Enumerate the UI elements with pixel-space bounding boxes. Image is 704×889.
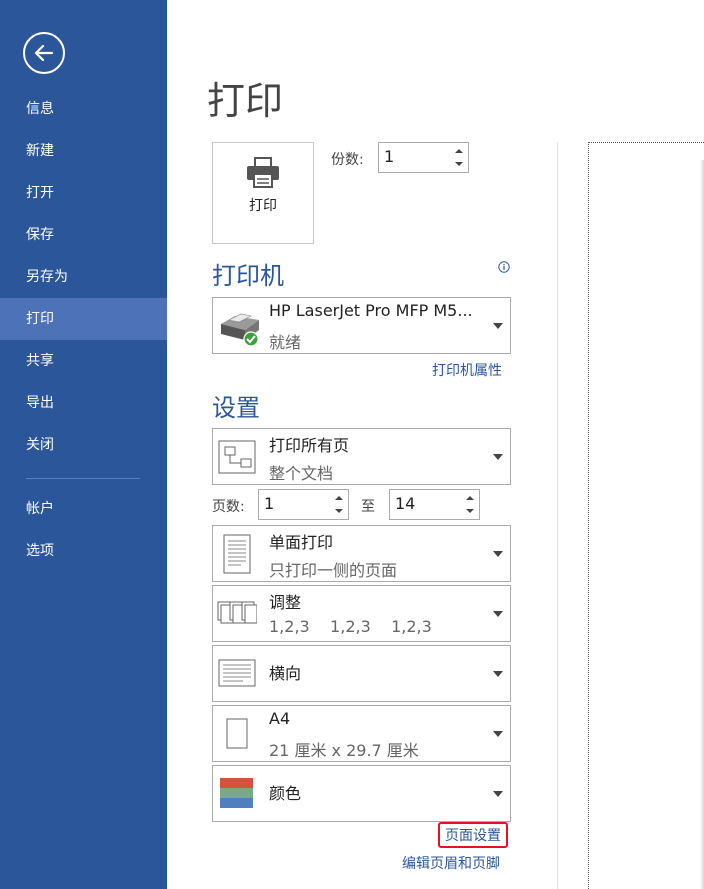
backstage-sidebar: 信息 新建 打开 保存 另存为 打印 共享 导出 关闭 帐户 选项	[0, 0, 167, 889]
print-range-icon	[218, 440, 256, 474]
nav-item-close[interactable]: 关闭	[0, 424, 167, 466]
print-button[interactable]: 打印	[212, 142, 314, 244]
print-range-main: 打印所有页	[269, 436, 350, 455]
spin-up-icon[interactable]	[464, 492, 476, 504]
back-button[interactable]	[23, 32, 65, 74]
edit-header-footer-link[interactable]: 编辑页眉和页脚	[402, 853, 500, 873]
back-arrow-icon	[34, 44, 54, 62]
sides-sub: 只打印一侧的页面	[269, 561, 398, 580]
print-range-dropdown[interactable]: 打印所有页 整个文档	[212, 428, 511, 485]
printer-properties-link[interactable]: 打印机属性	[432, 360, 502, 380]
nav-item-options[interactable]: 选项	[0, 530, 167, 572]
printer-name: HP LaserJet Pro MFP M5...	[269, 301, 473, 320]
collate-dropdown[interactable]: 调整 1,2,3 1,2,3 1,2,3	[212, 585, 511, 642]
collate-sub: 1,2,3 1,2,3 1,2,3	[269, 617, 432, 636]
spin-up-icon[interactable]	[453, 145, 465, 157]
paper-size-sub: 21 厘米 x 29.7 厘米	[269, 741, 419, 760]
print-button-label: 打印	[249, 198, 277, 214]
sides-main: 单面打印	[269, 533, 334, 552]
preview-separator	[557, 142, 558, 889]
spin-up-icon[interactable]	[333, 492, 345, 504]
page-title: 打印	[207, 79, 284, 123]
collate-icon	[217, 601, 257, 624]
collate-main: 调整	[269, 593, 302, 612]
chevron-down-icon	[493, 791, 503, 797]
copies-value[interactable]: 1	[384, 147, 394, 166]
pages-label: 页数:	[212, 499, 245, 515]
pages-to-stepper[interactable]: 14	[389, 489, 480, 520]
paper-size-dropdown[interactable]: A4 21 厘米 x 29.7 厘米	[212, 705, 511, 762]
nav-item-export[interactable]: 导出	[0, 382, 167, 424]
landscape-icon	[218, 659, 256, 687]
chevron-down-icon	[493, 671, 503, 677]
copies-label: 份数:	[331, 152, 364, 168]
nav-item-open[interactable]: 打开	[0, 172, 167, 214]
nav-item-save-as[interactable]: 另存为	[0, 256, 167, 298]
pages-to-label: 至	[361, 499, 375, 515]
nav-divider	[26, 478, 140, 479]
printer-status: 就绪	[269, 333, 302, 352]
nav-item-print[interactable]: 打印	[0, 298, 167, 340]
nav-item-save[interactable]: 保存	[0, 214, 167, 256]
spin-down-icon[interactable]	[464, 505, 476, 517]
pages-to-value[interactable]: 14	[395, 494, 415, 513]
print-range-sub: 整个文档	[269, 464, 334, 483]
printer-dropdown[interactable]: HP LaserJet Pro MFP M5... 就绪	[212, 297, 511, 354]
print-preview-shadow	[700, 160, 704, 889]
pages-from-stepper[interactable]: 1	[258, 489, 349, 520]
color-dropdown[interactable]: 颜色	[212, 765, 511, 822]
chevron-down-icon	[493, 731, 503, 737]
sides-dropdown[interactable]: 单面打印 只打印一侧的页面	[212, 525, 511, 582]
nav-item-share[interactable]: 共享	[0, 340, 167, 382]
chevron-down-icon	[493, 323, 503, 329]
orientation-main: 横向	[269, 664, 302, 683]
nav-item-new[interactable]: 新建	[0, 130, 167, 172]
settings-section-title: 设置	[212, 394, 260, 422]
chevron-down-icon	[493, 611, 503, 617]
orientation-dropdown[interactable]: 横向	[212, 645, 511, 702]
nav-item-info[interactable]: 信息	[0, 88, 167, 130]
chevron-down-icon	[493, 454, 503, 460]
printer-section-title: 打印机	[212, 262, 284, 290]
spin-down-icon[interactable]	[333, 505, 345, 517]
copies-stepper[interactable]: 1	[378, 142, 469, 173]
spin-down-icon[interactable]	[453, 158, 465, 170]
info-icon[interactable]	[498, 261, 510, 273]
printer-icon	[247, 157, 279, 188]
single-sided-icon	[223, 534, 251, 574]
paper-size-icon	[226, 718, 248, 749]
color-main: 颜色	[269, 784, 302, 803]
chevron-down-icon	[493, 551, 503, 557]
print-preview-page	[588, 142, 704, 889]
color-swatch-icon	[220, 778, 253, 808]
page-setup-link[interactable]: 页面设置	[438, 822, 508, 848]
nav-item-account[interactable]: 帐户	[0, 488, 167, 530]
paper-size-main: A4	[269, 709, 291, 728]
printer-device-icon	[221, 313, 259, 347]
pages-from-value[interactable]: 1	[264, 494, 274, 513]
